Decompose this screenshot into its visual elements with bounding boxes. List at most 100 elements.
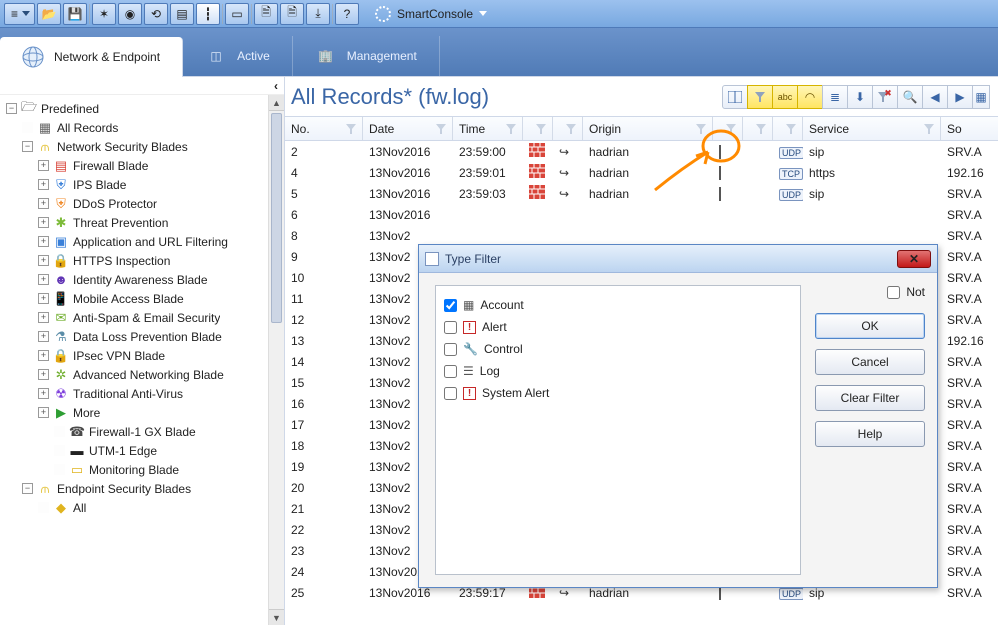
not-checkbox[interactable]	[887, 286, 900, 299]
tree-node[interactable]: −⫙Network Security Blades	[6, 137, 284, 156]
tool-btn-7[interactable]: 🗎	[254, 3, 278, 25]
col-service[interactable]: Service	[803, 117, 941, 140]
expand-icon[interactable]: +	[38, 369, 49, 380]
hdrbtn-filter[interactable]	[747, 85, 773, 109]
col-source[interactable]: So	[941, 117, 991, 140]
table-row[interactable]: 613Nov2016SRV.A	[285, 204, 998, 225]
expand-icon[interactable]: +	[38, 274, 49, 285]
tree-node[interactable]: +✉Anti-Spam & Email Security	[6, 308, 284, 327]
tree-node[interactable]: +📱Mobile Access Blade	[6, 289, 284, 308]
col-ico2[interactable]	[553, 117, 583, 140]
tool-btn-3[interactable]: ⟲	[144, 3, 168, 25]
filter-icon[interactable]	[436, 124, 446, 134]
col-no[interactable]: No.	[285, 117, 363, 140]
tool-btn-1[interactable]: ✶	[92, 3, 116, 25]
expand-icon[interactable]: +	[38, 350, 49, 361]
filter-item-checkbox[interactable]	[444, 343, 457, 356]
close-button[interactable]: ✕	[897, 250, 931, 268]
filter-icon[interactable]	[726, 124, 736, 134]
expand-icon[interactable]: +	[38, 293, 49, 304]
tool-btn-8[interactable]: 🗎	[280, 3, 304, 25]
filter-item[interactable]: 🔧Control	[444, 338, 792, 360]
filter-item-checkbox[interactable]	[444, 387, 457, 400]
table-row[interactable]: 513Nov201623:59:03↪hadrianUDPsipSRV.A	[285, 183, 998, 204]
scroll-thumb[interactable]	[271, 113, 282, 323]
tree-node[interactable]: ▦All Records	[6, 118, 284, 137]
col-ico5[interactable]	[773, 117, 803, 140]
tool-btn-2[interactable]: ◉	[118, 3, 142, 25]
tool-btn-9[interactable]: ⤓	[306, 3, 330, 25]
sidebar-scrollbar[interactable]: ▲ ▼	[268, 95, 284, 625]
table-row[interactable]: 813Nov2SRV.A	[285, 225, 998, 246]
hdrbtn-prev[interactable]: ◀	[922, 85, 948, 109]
expand-icon[interactable]: +	[38, 198, 49, 209]
filter-icon-active[interactable]	[696, 124, 706, 134]
tree-node[interactable]: +☻Identity Awareness Blade	[6, 270, 284, 289]
tab-active[interactable]: ◫ Active	[183, 36, 293, 76]
tool-btn-4[interactable]: ▤	[170, 3, 194, 25]
save-button[interactable]: 💾	[63, 3, 87, 25]
tree-node[interactable]: +⚗Data Loss Prevention Blade	[6, 327, 284, 346]
filter-item[interactable]: !Alert	[444, 316, 792, 338]
filter-item[interactable]: ☰Log	[444, 360, 792, 382]
filter-icon[interactable]	[786, 124, 796, 134]
tree-node[interactable]: −⫙Endpoint Security Blades	[6, 479, 284, 498]
filter-icon[interactable]	[566, 124, 576, 134]
tree-node[interactable]: +🔒HTTPS Inspection	[6, 251, 284, 270]
filter-icon[interactable]	[536, 124, 546, 134]
hdrbtn-lines[interactable]: ≣	[822, 85, 848, 109]
collapse-icon[interactable]: −	[22, 141, 33, 152]
scroll-up-icon[interactable]: ▲	[269, 95, 284, 111]
expand-icon[interactable]: +	[38, 388, 49, 399]
ok-button[interactable]: OK	[815, 313, 925, 339]
tree-node[interactable]: +▤Firewall Blade	[6, 156, 284, 175]
tree-node[interactable]: +☢Traditional Anti-Virus	[6, 384, 284, 403]
dialog-titlebar[interactable]: Type Filter ✕	[419, 245, 937, 273]
expand-icon[interactable]: +	[38, 179, 49, 190]
col-origin[interactable]: Origin	[583, 117, 713, 140]
hdrbtn-find[interactable]: 🔍	[897, 85, 923, 109]
menu-button[interactable]: ≡	[4, 3, 35, 25]
tree-node[interactable]: +✲Advanced Networking Blade	[6, 365, 284, 384]
smartconsole-menu[interactable]: SmartConsole	[369, 3, 493, 25]
hdrbtn-marker[interactable]: ◠	[797, 85, 823, 109]
filter-item[interactable]: !System Alert	[444, 382, 792, 404]
tree-node[interactable]: ◆All	[6, 498, 284, 517]
open-button[interactable]: 📂	[37, 3, 61, 25]
table-row[interactable]: 413Nov201623:59:01↪hadrianTCPhttps192.16	[285, 162, 998, 183]
expand-icon[interactable]: +	[38, 312, 49, 323]
filter-icon[interactable]	[506, 124, 516, 134]
filter-item[interactable]: ▦Account	[444, 294, 792, 316]
tree-node[interactable]: +🔒IPsec VPN Blade	[6, 346, 284, 365]
tree-root[interactable]: − 🗁 Predefined	[6, 99, 284, 118]
tree-node[interactable]: +▣Application and URL Filtering	[6, 232, 284, 251]
col-ico1[interactable]	[523, 117, 553, 140]
tree-node[interactable]: +▶More	[6, 403, 284, 422]
help-button[interactable]: ?	[335, 3, 359, 25]
collapse-icon[interactable]: −	[6, 103, 17, 114]
col-time[interactable]: Time	[453, 117, 523, 140]
tab-management[interactable]: 🏢 Management	[293, 36, 440, 76]
clear-filter-button[interactable]: Clear Filter	[815, 385, 925, 411]
tree-node[interactable]: +✱Threat Prevention	[6, 213, 284, 232]
filter-icon[interactable]	[924, 124, 934, 134]
filter-item-checkbox[interactable]	[444, 365, 457, 378]
filter-item-checkbox[interactable]	[444, 299, 457, 312]
expand-icon[interactable]: +	[38, 160, 49, 171]
expand-icon[interactable]: +	[38, 331, 49, 342]
tree-node[interactable]: ☎Firewall-1 GX Blade	[6, 422, 284, 441]
expand-icon[interactable]: +	[38, 407, 49, 418]
hdrbtn-download[interactable]: ⬇	[847, 85, 873, 109]
tree-node[interactable]: +⛨IPS Blade	[6, 175, 284, 194]
tool-btn-6[interactable]: ▭	[225, 3, 249, 25]
tree-node[interactable]: ▭Monitoring Blade	[6, 460, 284, 479]
tree-node[interactable]: +⛨DDoS Protector	[6, 194, 284, 213]
filter-item-checkbox[interactable]	[444, 321, 457, 334]
hdrbtn-panel[interactable]	[722, 85, 748, 109]
filter-icon[interactable]	[346, 124, 356, 134]
expand-icon[interactable]: +	[38, 217, 49, 228]
col-ico4[interactable]	[743, 117, 773, 140]
expand-icon[interactable]: +	[38, 255, 49, 266]
scroll-down-icon[interactable]: ▼	[269, 609, 284, 625]
tool-btn-5[interactable]: ┇	[196, 3, 220, 25]
